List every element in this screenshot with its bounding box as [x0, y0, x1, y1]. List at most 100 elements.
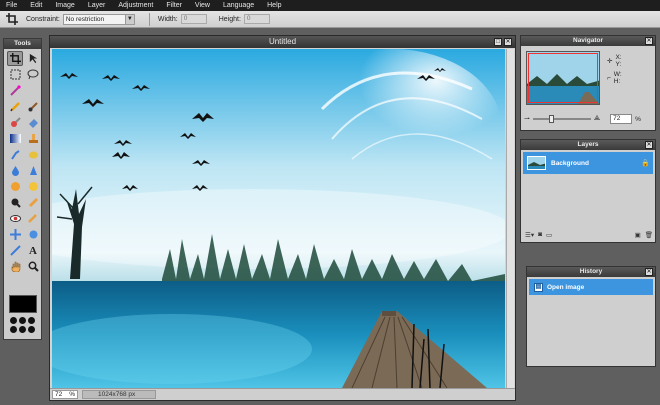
- constraint-select[interactable]: No restriction ▼: [62, 13, 135, 25]
- eraser-icon[interactable]: [25, 115, 41, 130]
- text-icon[interactable]: A: [25, 243, 41, 258]
- crosshair-icon: ✛: [607, 57, 613, 65]
- layers-footer: ☰▾ ◙ ▭ ▣ 🗑: [525, 231, 653, 239]
- open-file-icon: ▤: [534, 282, 543, 292]
- layers-panel: Layers ✕ Background 🔒 ☰▾ ◙ ▭ ▣ 🗑: [520, 139, 656, 243]
- maximize-icon[interactable]: □: [494, 38, 502, 46]
- document-titlebar[interactable]: Untitled □ ✕: [50, 36, 515, 48]
- menu-adjustment[interactable]: Adjustment: [112, 2, 160, 9]
- close-icon[interactable]: ✕: [645, 37, 653, 45]
- navigator-thumbnail[interactable]: [526, 51, 600, 105]
- menu-edit[interactable]: Edit: [24, 2, 49, 9]
- drop-icon[interactable]: [7, 163, 23, 178]
- lasso-icon[interactable]: [25, 67, 41, 82]
- zoom-value: 72: [55, 391, 63, 398]
- brush-icon[interactable]: [25, 99, 41, 114]
- tool-grid: A: [4, 49, 41, 274]
- clone-icon[interactable]: [7, 115, 23, 130]
- history-title: History ✕: [527, 267, 655, 277]
- navigator-title: Navigator ✕: [521, 36, 655, 46]
- close-icon[interactable]: ✕: [504, 38, 512, 46]
- constraint-label: Constraint:: [26, 15, 60, 23]
- history-item[interactable]: ▤ Open image: [529, 279, 653, 295]
- layer-mask-icon[interactable]: ◙: [538, 231, 542, 239]
- navigator-coordinates: ✛ X: Y: ⌐ W: H:: [607, 54, 622, 88]
- layer-name: Background: [551, 159, 589, 167]
- menu-language[interactable]: Language: [217, 2, 261, 9]
- zoom-icon[interactable]: [25, 259, 41, 274]
- drawing-icon[interactable]: [25, 211, 41, 226]
- zoom-slider[interactable]: [532, 115, 591, 123]
- divider: [148, 12, 150, 26]
- sponge-icon[interactable]: [25, 147, 41, 162]
- document-title: Untitled: [268, 37, 297, 46]
- navigator-title-text: Navigator: [573, 37, 603, 44]
- menu-layer[interactable]: Layer: [82, 2, 113, 9]
- y-label: Y:: [615, 61, 622, 68]
- layers-title-text: Layers: [577, 141, 599, 148]
- height-label: Height:: [218, 15, 241, 23]
- new-layer-icon[interactable]: ▣: [635, 231, 641, 239]
- dot-icon: [28, 326, 35, 333]
- layer-styles-icon[interactable]: ☰▾: [525, 231, 534, 239]
- close-icon[interactable]: ✕: [645, 141, 653, 149]
- h-label: H:: [613, 78, 621, 85]
- constraint-value: No restriction: [65, 15, 105, 23]
- zoom-slider-handle[interactable]: [548, 115, 554, 123]
- color-swatch[interactable]: [9, 295, 37, 313]
- hand-icon[interactable]: [7, 259, 23, 274]
- status-bar: 72 % 1024x768 px: [50, 388, 515, 400]
- pencil-icon[interactable]: [7, 99, 23, 114]
- zoom-in-icon[interactable]: ⟁: [594, 115, 600, 123]
- wand-icon[interactable]: [7, 83, 23, 98]
- image-canvas[interactable]: [52, 49, 505, 388]
- trash-icon[interactable]: 🗑: [645, 231, 653, 239]
- zoom-field[interactable]: 72 %: [52, 390, 78, 399]
- menu-image[interactable]: Image: [49, 2, 81, 9]
- zoom-unit: %: [69, 391, 75, 398]
- smudge-icon[interactable]: [7, 147, 23, 162]
- folder-icon[interactable]: ▭: [546, 231, 552, 239]
- tool-options-bar: Constraint: No restriction ▼ Width: 0 He…: [0, 11, 660, 28]
- plus-icon[interactable]: [25, 227, 41, 242]
- brush-presets[interactable]: [10, 317, 36, 333]
- height-field[interactable]: 0: [243, 14, 270, 24]
- dodge-icon[interactable]: [7, 179, 23, 194]
- layer-thumbnail: [527, 156, 546, 170]
- vertical-scrollbar[interactable]: [506, 49, 514, 388]
- navigator-zoom-field[interactable]: 72: [610, 114, 633, 124]
- dot-icon: [19, 317, 26, 324]
- menu-view[interactable]: View: [189, 2, 217, 9]
- width-label: Width:: [157, 15, 178, 23]
- w-label: W:: [613, 71, 622, 78]
- pan-icon[interactable]: [7, 227, 23, 242]
- crop-tool-icon[interactable]: [7, 51, 23, 66]
- redeye-icon[interactable]: [25, 195, 41, 210]
- move-icon[interactable]: [25, 51, 41, 66]
- marquee-icon[interactable]: [7, 67, 23, 82]
- chevron-down-icon[interactable]: ▼: [124, 14, 134, 24]
- menu-help[interactable]: Help: [261, 2, 288, 9]
- crop-icon[interactable]: [5, 12, 19, 26]
- gradient-icon[interactable]: [7, 131, 23, 146]
- history-title-text: History: [579, 268, 603, 275]
- dot-icon: [10, 326, 17, 333]
- burn-icon[interactable]: [25, 179, 41, 194]
- line-icon[interactable]: [7, 243, 23, 258]
- menu-filter[interactable]: Filter: [160, 2, 189, 9]
- navigator-zoom-unit: %: [635, 115, 641, 123]
- dot-icon: [19, 326, 26, 333]
- viewport-indicator[interactable]: [528, 53, 598, 103]
- close-icon[interactable]: ✕: [645, 268, 653, 276]
- eyedropper-icon[interactable]: [7, 195, 23, 210]
- navigator-panel: Navigator ✕ ✛ X: Y: ⌐ W: H: ⇀ ⟁ 72 %: [520, 35, 656, 131]
- stamp-icon[interactable]: [25, 131, 41, 146]
- bloat-icon[interactable]: [7, 211, 23, 226]
- sharpen-icon[interactable]: [25, 163, 41, 178]
- menu-file[interactable]: File: [0, 2, 24, 9]
- dot-icon: [10, 317, 17, 324]
- width-field[interactable]: 0: [180, 14, 207, 24]
- zoom-out-icon[interactable]: ⇀: [524, 115, 530, 123]
- navigator-zoom-row: ⇀ ⟁ 72 %: [524, 113, 652, 125]
- layer-row[interactable]: Background 🔒: [523, 152, 653, 174]
